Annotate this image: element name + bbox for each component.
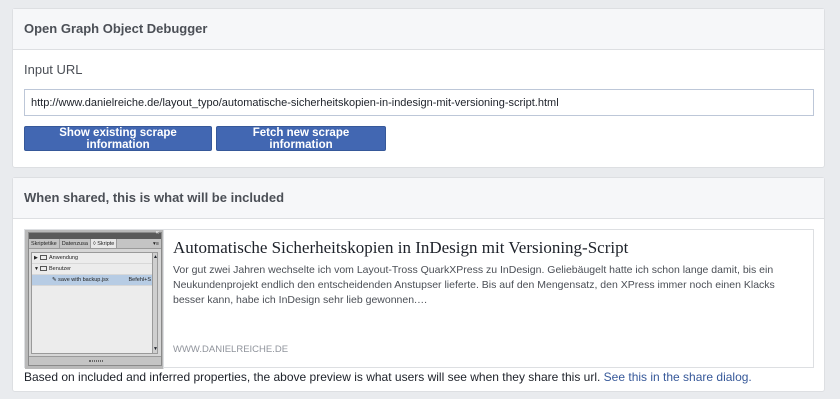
list-item: ▶ Anwendung	[32, 253, 154, 264]
share-preview-panel: When shared, this is what will be includ…	[12, 177, 825, 392]
panel-menu-icon: ▾≡	[153, 241, 159, 247]
list-item: ▼ Benutzer	[32, 264, 154, 275]
thumb-tab: Skriptetike	[29, 239, 60, 248]
input-url-label: Input URL	[24, 62, 83, 77]
collapse-icon: «	[155, 230, 159, 236]
share-dialog-link[interactable]: See this in the share dialog.	[604, 370, 752, 384]
folder-icon	[40, 255, 47, 261]
down-arrow-icon: ▼	[153, 346, 158, 352]
thumb-tab: ◊ Skripte	[90, 239, 118, 248]
show-existing-scrape-button[interactable]: Show existing scrape information	[24, 126, 212, 151]
thumb-script-list: ▶ Anwendung ▼ Benutzer ✎ save with backup.…	[31, 252, 155, 354]
up-arrow-icon: ▲	[153, 254, 158, 260]
resize-grip-icon	[89, 360, 103, 362]
thumb-bottom-bar	[29, 356, 161, 365]
thumb-tab: Datenzusa	[60, 239, 91, 248]
preview-domain: WWW.DANIELREICHE.DE	[173, 344, 289, 355]
thumbnail-scripts-panel: « Skriptetike Datenzusa ◊ Skripte ▾≡ ▶ An…	[28, 230, 162, 366]
url-input[interactable]	[24, 89, 814, 116]
share-preview-title: When shared, this is what will be includ…	[13, 178, 824, 219]
debugger-panel-title: Open Graph Object Debugger	[13, 9, 824, 50]
debugger-panel: Open Graph Object Debugger Input URL Sho…	[12, 8, 825, 168]
preview-explanation-text: Based on included and inferred propertie…	[24, 370, 601, 384]
link-preview-card[interactable]: « Skriptetike Datenzusa ◊ Skripte ▾≡ ▶ An…	[24, 229, 814, 369]
fetch-new-scrape-button[interactable]: Fetch new scrape information	[216, 126, 386, 151]
thumb-scrollbar: ▲ ▼	[152, 252, 158, 354]
preview-description: Vor gut zwei Jahren wechselte ich vom La…	[173, 264, 775, 306]
preview-explanation: Based on included and inferred propertie…	[24, 370, 752, 384]
list-item: ✎ save with backup.jsx Befehl+S	[32, 275, 154, 286]
preview-title[interactable]: Automatische Sicherheitskopien in InDesi…	[173, 238, 628, 258]
folder-icon	[40, 266, 47, 272]
preview-thumbnail: « Skriptetike Datenzusa ◊ Skripte ▾≡ ▶ An…	[25, 230, 164, 369]
